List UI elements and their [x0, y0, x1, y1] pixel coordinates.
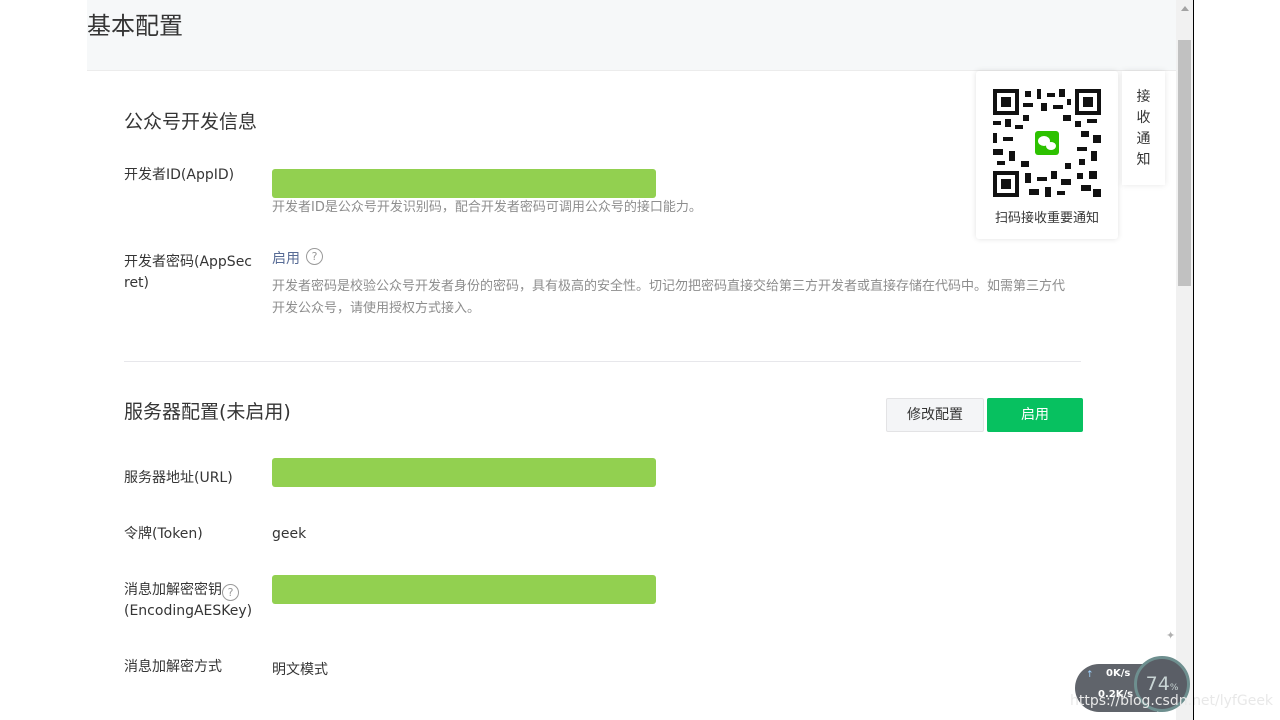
secret-hint-line1: 开发者密码是校验公众号开发者身份的密码，具有极高的安全性。切记勿把密码直接交给第… — [272, 279, 1066, 294]
notify-char: 通 — [1136, 131, 1151, 147]
enable-button[interactable]: 启用 — [987, 398, 1083, 432]
aes-key-label: 消息加解密密钥? (EncodingAESKey) — [124, 580, 252, 622]
qr-caption: 扫码接收重要通知 — [994, 211, 1099, 226]
usage-percent: 74% — [1137, 673, 1187, 695]
encrypt-mode-value: 明文模式 — [272, 662, 328, 678]
appid-label: 开发者ID(AppID) — [124, 167, 235, 183]
secret-enable-link[interactable]: 启用 — [272, 248, 300, 268]
notify-tab-label: 接 收 通 知 — [1122, 87, 1165, 171]
token-value: geek — [272, 526, 307, 542]
notify-char: 知 — [1136, 152, 1151, 168]
server-config-section-title: 服务器配置(未启用) — [124, 401, 291, 423]
usage-percent-unit: % — [1169, 683, 1179, 693]
aes-key-label-line1: 消息加解密密钥? — [124, 580, 252, 601]
upload-arrow-icon: ↑ — [1086, 670, 1094, 680]
aes-key-label-text: 消息加解密密钥 — [124, 582, 222, 598]
window-edge-line — [1193, 0, 1194, 720]
help-icon[interactable]: ? — [222, 584, 239, 601]
encrypt-mode-label: 消息加解密方式 — [124, 659, 222, 675]
help-icon[interactable]: ? — [306, 248, 323, 265]
secret-label: 开发者密码(AppSec ret) — [124, 252, 252, 294]
upload-speed: 0K/s — [1106, 668, 1131, 679]
notify-char: 接 — [1136, 89, 1151, 105]
dev-info-section-title: 公众号开发信息 — [124, 111, 258, 133]
usage-percent-value: 74 — [1145, 673, 1170, 695]
url-label: 服务器地址(URL) — [124, 470, 233, 486]
scroll-up-arrow-icon[interactable] — [1181, 6, 1189, 11]
scrollbar-thumb[interactable] — [1178, 40, 1191, 286]
url-value-redacted — [272, 458, 656, 487]
receive-notification-tab[interactable]: 接 收 通 知 — [1122, 71, 1165, 185]
aes-key-value-redacted — [272, 575, 656, 604]
notify-char: 收 — [1136, 110, 1151, 126]
secret-hint-line2: 开发公众号，请使用授权方式接入。 — [272, 301, 481, 316]
qr-notify-panel: 扫码接收重要通知 — [976, 71, 1118, 239]
token-label: 令牌(Token) — [124, 526, 203, 542]
section-divider — [124, 361, 1081, 362]
secret-label-line1: 开发者密码(AppSec — [124, 254, 253, 270]
edit-config-button[interactable]: 修改配置 — [886, 398, 984, 432]
aes-key-label-line2: (EncodingAESKey) — [124, 603, 253, 619]
pin-icon[interactable]: ✦ — [1166, 629, 1175, 642]
secret-hint: 开发者密码是校验公众号开发者身份的密码，具有极高的安全性。切记勿把密码直接交给第… — [272, 276, 1065, 320]
appid-hint: 开发者ID是公众号开发识别码，配合开发者密码可调用公众号的接口能力。 — [272, 200, 702, 215]
page-title: 基本配置 — [87, 12, 183, 40]
wechat-qr-code-icon — [993, 89, 1101, 197]
appid-value-redacted — [272, 169, 656, 198]
secret-label-line2: ret) — [124, 275, 150, 291]
watermark: https://blog.csdn.net/lyfGeek — [1070, 693, 1274, 709]
